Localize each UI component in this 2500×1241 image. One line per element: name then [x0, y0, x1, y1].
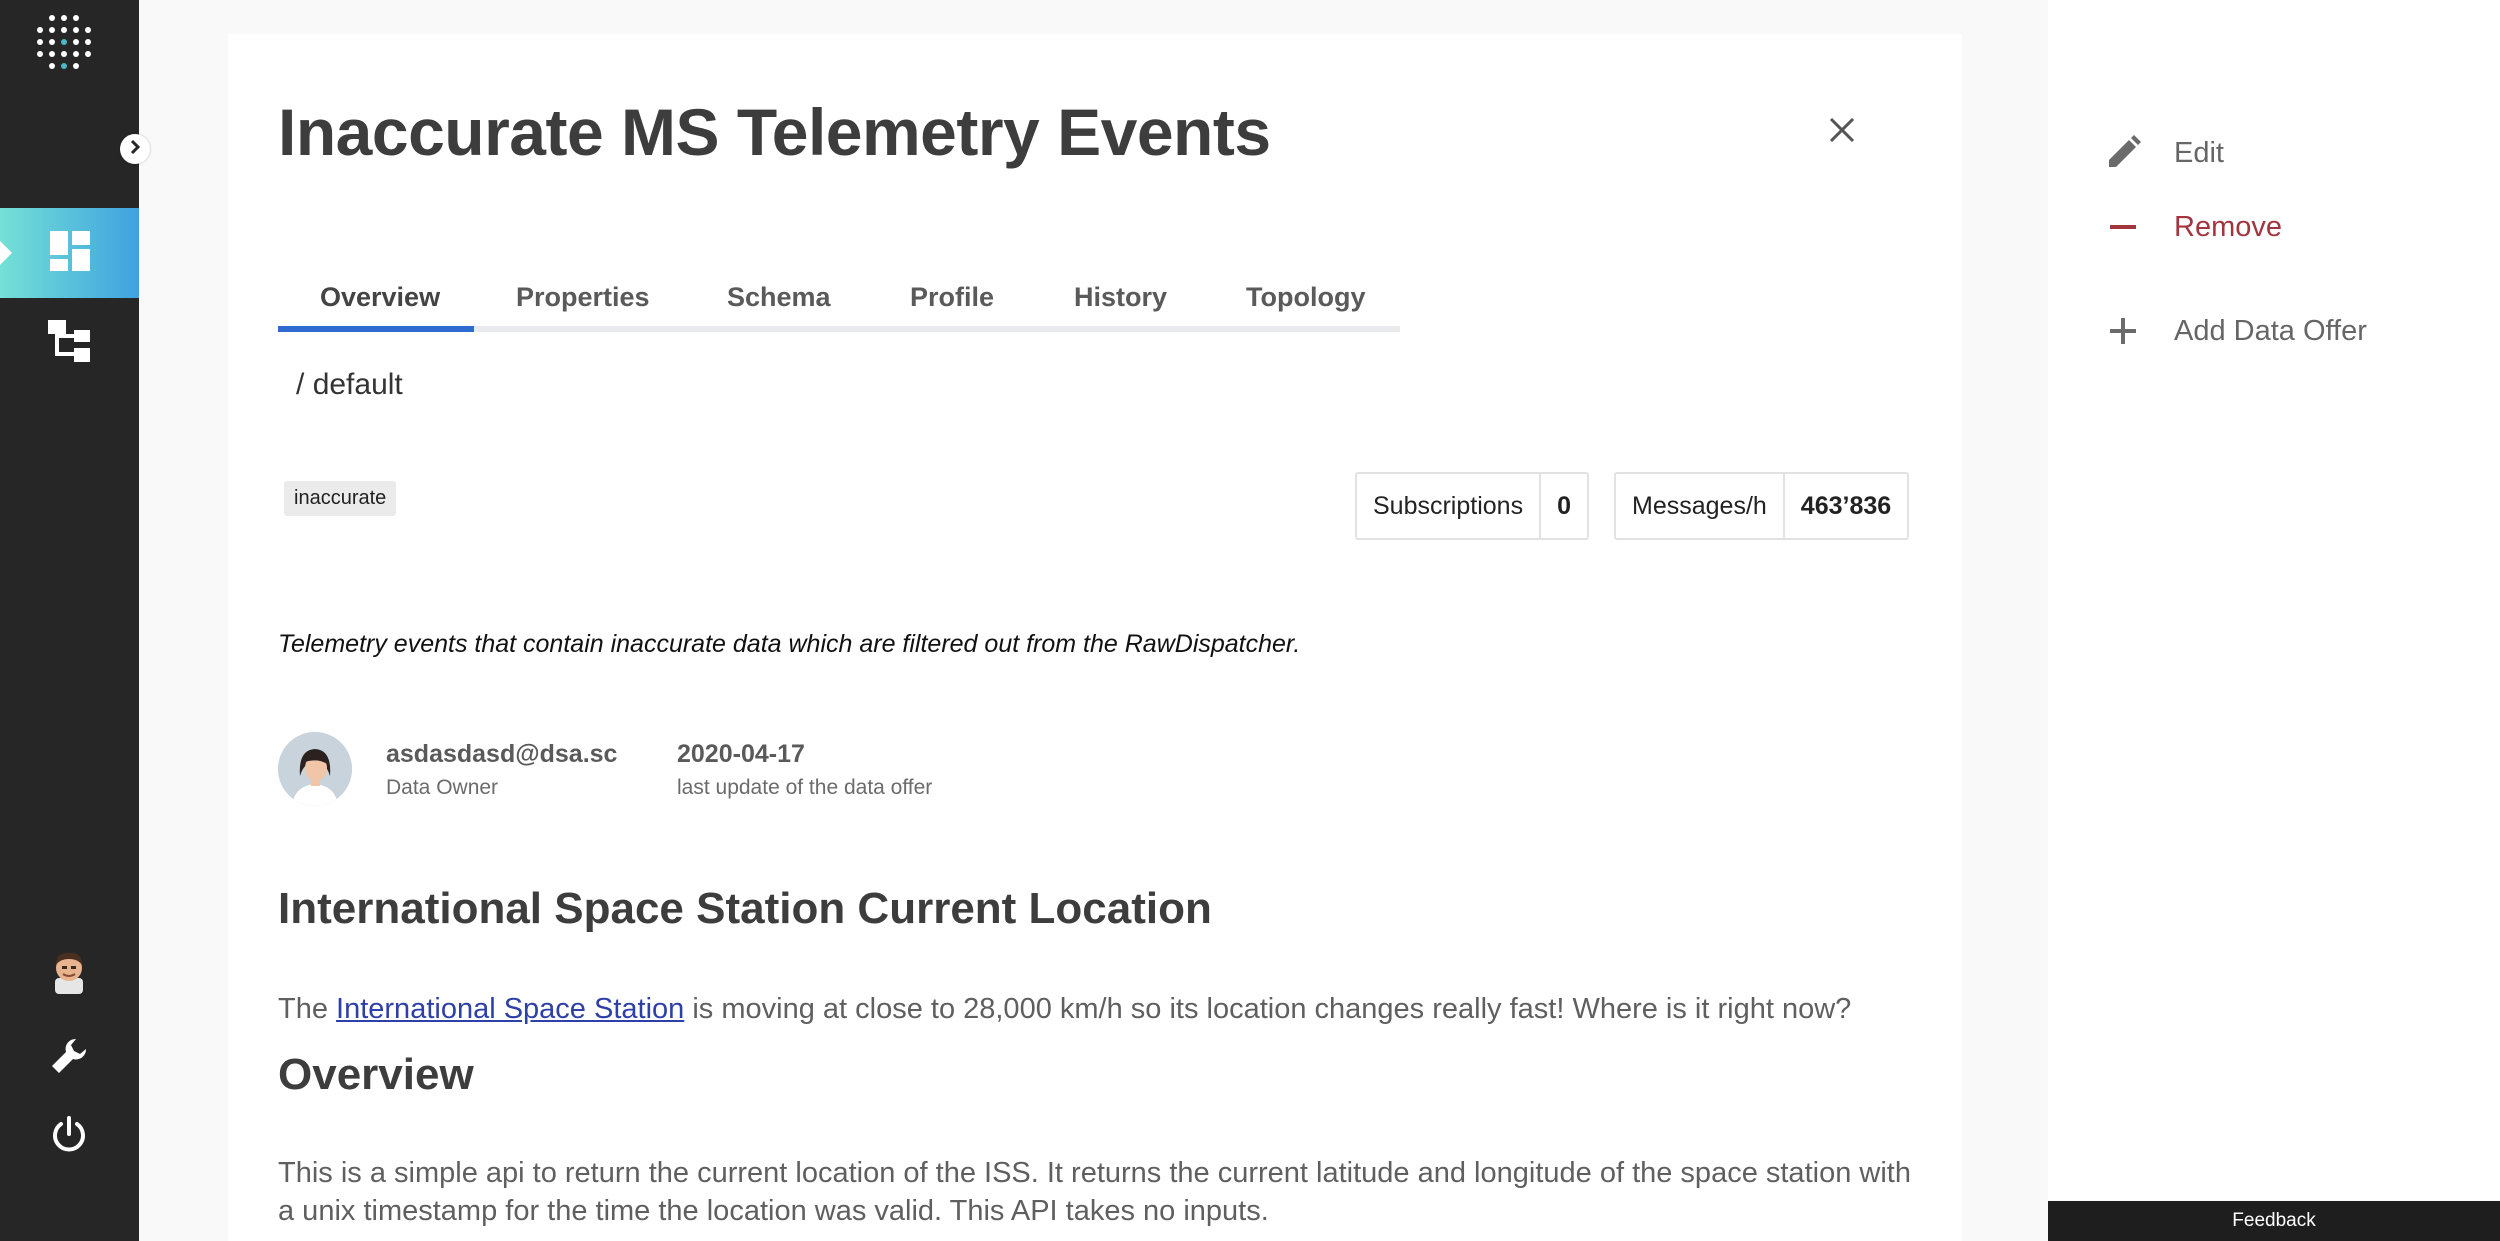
add-data-offer-button[interactable]: Add Data Offer — [2104, 312, 2367, 350]
update-label: last update of the data offer — [677, 776, 933, 799]
breadcrumb-namespace[interactable]: default — [313, 368, 403, 401]
section-heading: International Space Station Current Loca… — [278, 884, 1212, 933]
close-button[interactable] — [1822, 110, 1862, 150]
messages-stat: Messages/h 463’836 — [1614, 472, 1910, 540]
overview-paragraph: This is a simple api to return the curre… — [278, 1157, 1911, 1227]
owner-avatar — [278, 732, 352, 806]
plus-icon — [2104, 312, 2142, 350]
paragraph-text: The — [278, 993, 337, 1025]
power-icon[interactable] — [48, 1114, 90, 1156]
owner-email[interactable]: asdasdasd@dsa.sc — [386, 740, 617, 769]
overview-heading: Overview — [278, 1050, 474, 1099]
chevron-right-icon — [127, 139, 143, 160]
pencil-icon — [2104, 134, 2142, 172]
minus-icon — [2104, 208, 2142, 246]
tab-bar: Overview Properties Schema Profile Histo… — [278, 282, 1400, 332]
owner-role: Data Owner — [386, 776, 499, 799]
tab-profile[interactable]: Profile — [910, 282, 994, 313]
add-data-offer-label: Add Data Offer — [2174, 314, 2367, 347]
tab-topology[interactable]: Topology — [1246, 282, 1365, 313]
section-paragraph: The International Space Station is movin… — [278, 990, 1918, 1028]
description: Telemetry events that contain inaccurate… — [278, 630, 1301, 658]
hierarchy-icon — [46, 318, 94, 369]
paragraph-text: is moving at close to 28,000 km/h so its… — [684, 993, 1852, 1025]
page-title: Inaccurate MS Telemetry Events — [278, 95, 1271, 169]
edit-label: Edit — [2174, 136, 2224, 169]
tab-overview[interactable]: Overview — [320, 282, 440, 313]
tab-schema[interactable]: Schema — [727, 282, 831, 313]
data-offer-panel: Inaccurate MS Telemetry Events Overview … — [228, 34, 1962, 1241]
sidebar-expand-button[interactable] — [120, 134, 150, 164]
dashboard-icon — [48, 229, 92, 278]
edit-button[interactable]: Edit — [2104, 134, 2224, 172]
actions-panel: Edit Remove Add Data Offer — [2048, 0, 2500, 1200]
tab-active-indicator — [278, 326, 474, 332]
subscriptions-stat: Subscriptions 0 — [1355, 472, 1589, 540]
update-date: 2020-04-17 — [677, 740, 805, 768]
breadcrumb: / default — [296, 368, 403, 402]
tab-history[interactable]: History — [1074, 282, 1167, 313]
avatar[interactable] — [46, 948, 92, 994]
iss-link[interactable]: International Space Station — [336, 993, 684, 1025]
subscriptions-count: 0 — [1557, 491, 1571, 520]
sidebar-item-dashboard[interactable] — [0, 208, 139, 298]
feedback-button[interactable]: Feedback — [2048, 1201, 2500, 1241]
wrench-icon[interactable] — [48, 1035, 90, 1077]
close-icon — [1822, 117, 1862, 154]
tag-badge[interactable]: inaccurate — [284, 481, 397, 516]
remove-button[interactable]: Remove — [2104, 208, 2282, 246]
sidebar-item-topology[interactable] — [0, 312, 139, 374]
app-logo-icon[interactable] — [32, 12, 96, 76]
breadcrumb-separator: / — [296, 368, 305, 401]
messages-count: 463’836 — [1800, 491, 1892, 520]
messages-label: Messages/h — [1616, 474, 1785, 538]
active-marker — [0, 241, 12, 265]
sidebar — [0, 0, 139, 1241]
remove-label: Remove — [2174, 210, 2282, 243]
subscriptions-label: Subscriptions — [1357, 474, 1542, 538]
tab-properties[interactable]: Properties — [516, 282, 650, 313]
